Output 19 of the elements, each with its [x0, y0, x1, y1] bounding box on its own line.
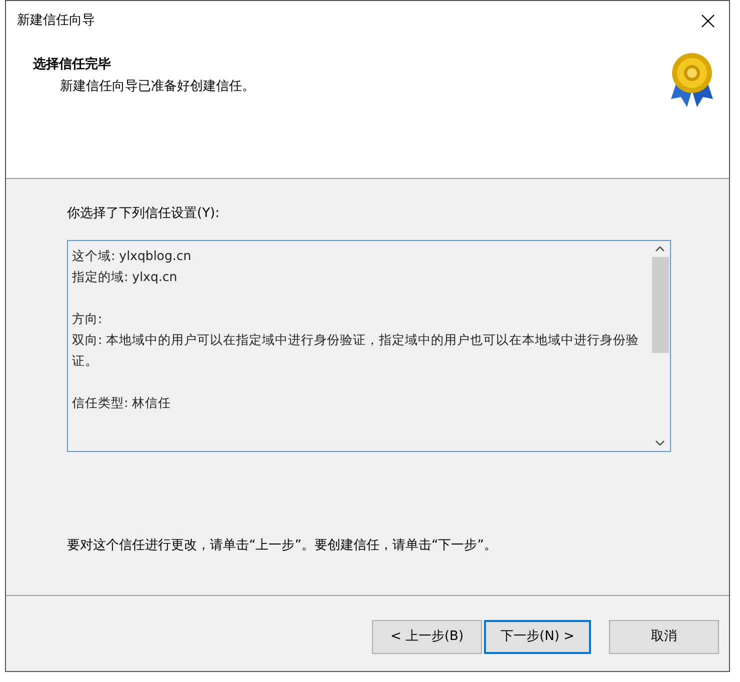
summary-line: 方向:: [72, 310, 104, 328]
summary-line: 这个域: ylxqblog.cn: [72, 246, 192, 265]
summary-label: 你选择了下列信任设置(Y):: [67, 205, 220, 223]
close-icon[interactable]: [701, 14, 715, 28]
summary-line: 双向: 本地域中的用户可以在指定域中进行身份验证，指定域中的用户也可以在本地域中进行身份验证。: [72, 330, 640, 370]
back-button[interactable]: < 上一步(B): [372, 620, 482, 654]
summary-line: 指定的域: ylxq.cn: [72, 268, 178, 286]
step-description: 新建信任向导已准备好创建信任。: [59, 78, 255, 96]
scroll-down-icon[interactable]: [655, 438, 665, 446]
scrollbar-thumb[interactable]: [652, 256, 668, 352]
summary-text-area[interactable]: 这个域: ylxqblog.cn 指定的域: ylxq.cn 方向: 双向: 本地域中的用户可以在指定域中进行身份验证，指定域中的用户也可以在本地域中进行身份验证。 信任类型: 林信任: [67, 240, 671, 452]
award-ribbon-icon: [669, 51, 715, 107]
next-button[interactable]: 下一步(N) >: [484, 620, 591, 654]
instruction-text: 要对这个信任进行更改，请单击“上一步”。要创建信任，请单击“下一步”。: [67, 536, 498, 554]
scroll-up-icon[interactable]: [655, 244, 665, 252]
summary-line: 信任类型: 林信任: [72, 394, 172, 412]
window-title: 新建信任向导: [17, 12, 95, 30]
cancel-button[interactable]: 取消: [609, 620, 719, 654]
step-title: 选择信任完毕: [33, 56, 112, 74]
